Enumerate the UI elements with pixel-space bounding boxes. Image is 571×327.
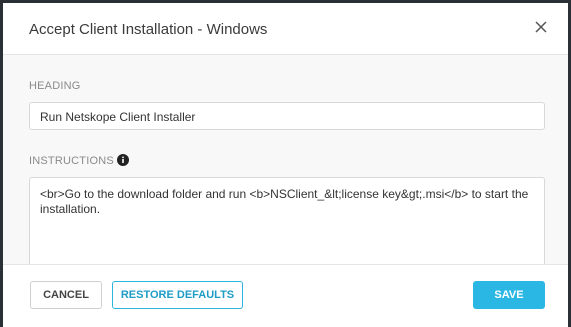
instructions-textarea[interactable]: <br>Go to the download folder and run <b… — [29, 177, 545, 269]
dialog: Accept Client Installation - Windows HEA… — [3, 3, 568, 327]
instructions-label: INSTRUCTIONS — [29, 155, 114, 167]
cancel-button[interactable]: CANCEL — [30, 281, 102, 309]
save-button[interactable]: SAVE — [473, 281, 545, 309]
dialog-header: Accept Client Installation - Windows — [3, 3, 568, 55]
info-icon[interactable] — [117, 154, 129, 166]
heading-input[interactable]: Run Netskope Client Installer — [29, 102, 545, 130]
dialog-title: Accept Client Installation - Windows — [29, 21, 268, 38]
dialog-body: HEADING Run Netskope Client Installer IN… — [3, 55, 568, 269]
heading-label: HEADING — [29, 80, 81, 92]
dialog-footer: CANCEL RESTORE DEFAULTS SAVE — [3, 264, 568, 327]
close-icon[interactable] — [530, 16, 552, 38]
restore-defaults-button[interactable]: RESTORE DEFAULTS — [112, 281, 243, 309]
